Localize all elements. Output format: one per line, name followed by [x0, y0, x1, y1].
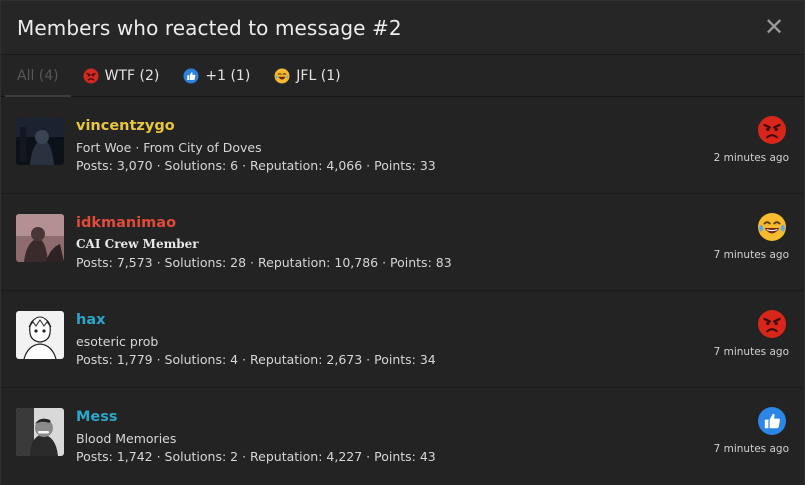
tab-label: +1 (1) — [205, 67, 251, 84]
angry-face-icon — [757, 309, 787, 339]
username-link[interactable]: vincentzygo — [76, 118, 175, 134]
avatar[interactable] — [16, 408, 64, 456]
tab-wtf[interactable]: WTF (2) — [71, 55, 172, 96]
member-row: vincentzygo Fort Woe · From City of Dove… — [1, 97, 804, 194]
tab-label: JFL (1) — [296, 67, 341, 84]
thumbs-up-icon — [183, 68, 199, 84]
avatar[interactable] — [16, 117, 64, 165]
avatar[interactable] — [16, 311, 64, 359]
tab-plus-one[interactable]: +1 (1) — [171, 55, 262, 96]
reaction-time: 2 minutes ago — [713, 152, 789, 164]
user-stats: Posts: 1,742 · Solutions: 2 · Reputation… — [76, 449, 436, 464]
tab-label: WTF (2) — [104, 67, 160, 84]
avatar[interactable] — [16, 214, 64, 262]
user-title: Fort Woe · From City of Doves — [76, 140, 262, 155]
reaction-time: 7 minutes ago — [713, 249, 789, 261]
username-link[interactable]: Mess — [76, 409, 118, 425]
username-link[interactable]: hax — [76, 312, 105, 328]
reactions-dialog: Members who reacted to message #2 ✕ All … — [0, 0, 805, 485]
member-row: Mess Blood Memories Posts: 1,742 · Solut… — [1, 388, 804, 485]
user-stats: Posts: 1,779 · Solutions: 4 · Reputation… — [76, 352, 436, 367]
angry-face-icon — [757, 115, 787, 145]
user-title: esoteric prob — [76, 334, 159, 349]
thumbs-up-icon — [757, 406, 787, 436]
reaction-time: 7 minutes ago — [713, 346, 789, 358]
reaction-tabs: All (4) WTF (2) +1 (1) JFL (1) — [1, 55, 804, 97]
user-title: CAI Crew Member — [76, 237, 199, 251]
dialog-title: Members who reacted to message #2 — [17, 15, 402, 40]
member-row: idkmanimao CAI Crew Member Posts: 7,573 … — [1, 194, 804, 291]
user-stats: Posts: 7,573 · Solutions: 28 · Reputatio… — [76, 255, 452, 270]
tab-all[interactable]: All (4) — [5, 55, 71, 97]
dialog-header: Members who reacted to message #2 ✕ — [1, 1, 804, 55]
crying-laughing-face-icon — [274, 68, 290, 84]
crying-laughing-face-icon — [757, 212, 787, 242]
user-stats: Posts: 3,070 · Solutions: 6 · Reputation… — [76, 158, 436, 173]
reaction-time: 7 minutes ago — [713, 443, 789, 455]
member-list: vincentzygo Fort Woe · From City of Dove… — [1, 97, 804, 485]
tab-jfl[interactable]: JFL (1) — [262, 55, 352, 96]
tab-label: All (4) — [17, 67, 59, 84]
member-row: hax esoteric prob Posts: 1,779 · Solutio… — [1, 291, 804, 388]
user-title: Blood Memories — [76, 431, 177, 446]
close-icon[interactable]: ✕ — [762, 13, 786, 41]
username-link[interactable]: idkmanimao — [76, 215, 176, 231]
angry-face-icon — [83, 68, 99, 84]
